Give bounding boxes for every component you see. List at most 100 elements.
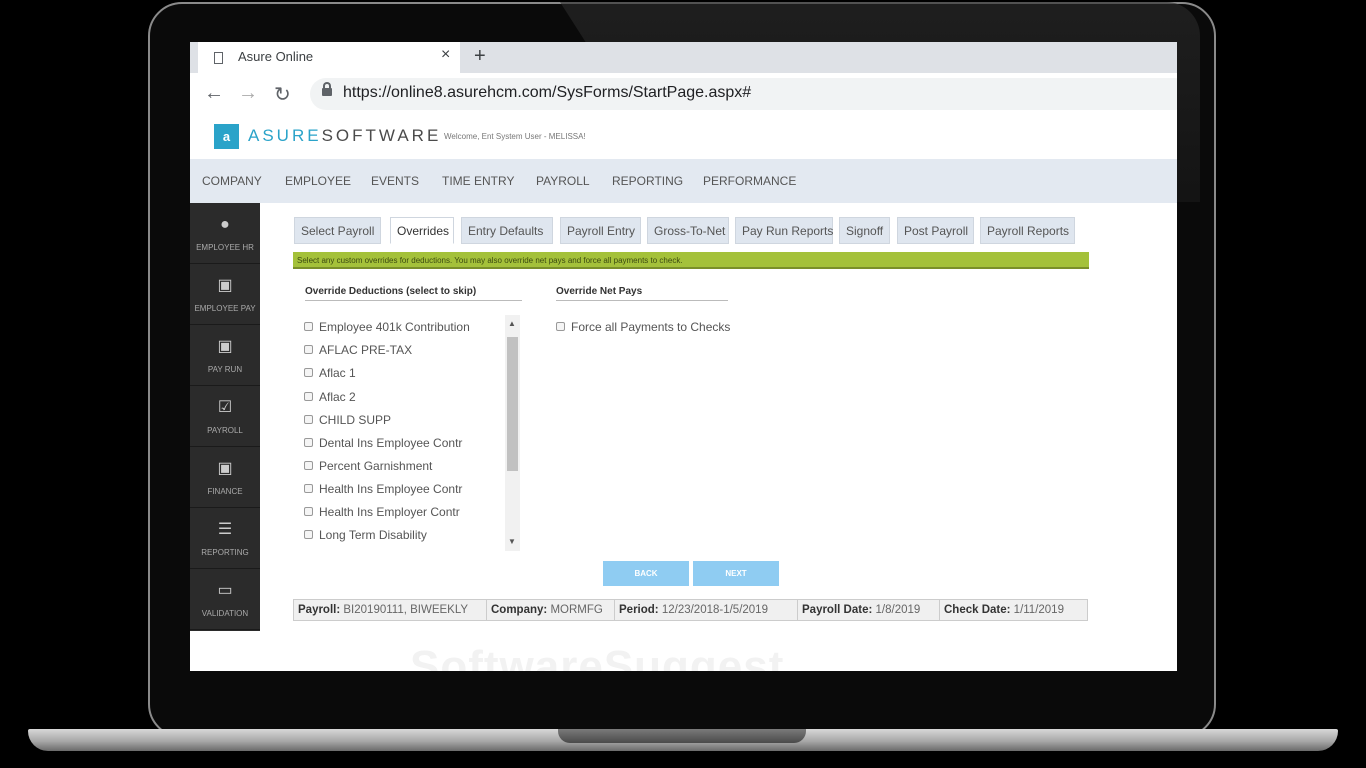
forward-icon[interactable]: →: [238, 82, 258, 105]
footer-payroll-label: Payroll:: [298, 604, 341, 616]
footer-period-value: 12/23/2018-1/5/2019: [661, 604, 768, 616]
close-tab-icon[interactable]: ×: [441, 46, 450, 64]
menu-company[interactable]: COMPANY: [202, 174, 262, 188]
sidebar-label: PAY RUN: [207, 365, 243, 374]
sidebar-item-pay-run[interactable]: ▣ PAY RUN: [190, 325, 260, 386]
tab-overrides[interactable]: Overrides: [390, 217, 454, 244]
sidebar-item-payroll[interactable]: ☑ PAYROLL: [190, 386, 260, 447]
monitor-icon: ▭: [217, 582, 233, 599]
money-icon: ▣: [217, 460, 233, 477]
checkbox-icon: ☑: [217, 399, 233, 416]
sidebar-item-validation[interactable]: ▭ VALIDATION: [190, 569, 260, 630]
menu-reporting[interactable]: REPORTING: [612, 174, 683, 188]
list-item-label: CHILD SUPP: [319, 413, 392, 427]
menu-employee[interactable]: EMPLOYEE: [285, 174, 351, 188]
reload-icon[interactable]: ↻: [274, 82, 291, 107]
list-item-label: Health Ins Employer Contr: [319, 505, 460, 519]
sidebar-item-employee-pay[interactable]: ▣ EMPLOYEE PAY: [190, 264, 260, 325]
scroll-up-icon[interactable]: ▲: [508, 319, 516, 328]
person-icon: ●: [220, 216, 230, 233]
main-menu: COMPANY EMPLOYEE EVENTS TIME ENTRY PAYRO…: [190, 159, 1177, 203]
footer-company: Company: MORMFG: [487, 600, 615, 620]
deductions-heading: Override Deductions (select to skip): [305, 286, 522, 301]
back-icon[interactable]: ←: [204, 82, 224, 105]
checkbox[interactable]: [556, 322, 565, 331]
instruction-bar: Select any custom overrides for deductio…: [293, 252, 1089, 269]
money-icon: ▣: [217, 338, 233, 355]
tab-select-payroll[interactable]: Select Payroll: [294, 217, 381, 244]
tab-payroll-reports[interactable]: Payroll Reports: [980, 217, 1075, 244]
sidebar-label: VALIDATION: [201, 609, 249, 618]
logo-asure: ASURE: [248, 126, 322, 145]
checkbox[interactable]: [304, 392, 313, 401]
tab-payroll-entry[interactable]: Payroll Entry: [560, 217, 641, 244]
browser-toolbar: ← → ↻ https://online8.asurehcm.com/SysFo…: [190, 73, 1177, 116]
browser-tab[interactable]: Asure Online ×: [198, 42, 460, 73]
money-icon: ▣: [217, 277, 233, 294]
menu-time-entry[interactable]: TIME ENTRY: [442, 174, 514, 188]
payroll-summary-bar: Payroll: BI20190111, BIWEEKLY Company: M…: [293, 599, 1088, 621]
checkbox[interactable]: [304, 345, 313, 354]
footer-payroll: Payroll: BI20190111, BIWEEKLY: [294, 600, 487, 620]
welcome-text: Welcome, Ent System User - MELISSA!: [444, 132, 586, 141]
checkbox[interactable]: [304, 530, 313, 539]
tab-signoff[interactable]: Signoff: [839, 217, 890, 244]
menu-payroll[interactable]: PAYROLL: [536, 174, 590, 188]
list-item-label: Aflac 1: [319, 366, 356, 380]
sidebar-label: REPORTING: [201, 548, 249, 557]
footer-period-label: Period:: [619, 604, 659, 616]
checkbox[interactable]: [304, 484, 313, 493]
footer-payroll-date: Payroll Date: 1/8/2019: [798, 600, 940, 620]
force-checks-label: Force all Payments to Checks: [571, 320, 731, 334]
sidebar-item-employee-hr[interactable]: ● EMPLOYEE HR: [190, 203, 260, 264]
lock-icon: [322, 82, 332, 96]
watermark: SoftwareSuggest: [410, 642, 785, 671]
back-button[interactable]: BACK: [603, 561, 689, 586]
footer-company-value: MORMFG: [550, 604, 603, 616]
menu-performance[interactable]: PERFORMANCE: [703, 174, 796, 188]
list-item-label: Percent Garnishment: [319, 459, 433, 473]
checkbox[interactable]: [304, 368, 313, 377]
screen: Asure Online × + ← → ↻ https://online8.a…: [190, 42, 1177, 671]
scroll-thumb[interactable]: [507, 337, 518, 471]
footer-checkdate-label: Check Date:: [944, 604, 1011, 616]
checkbox[interactable]: [304, 507, 313, 516]
sidebar-label: PAYROLL: [207, 426, 243, 435]
netpays-heading: Override Net Pays: [556, 286, 728, 301]
checkbox[interactable]: [304, 438, 313, 447]
menu-events[interactable]: EVENTS: [371, 174, 419, 188]
logo-software: SOFTWARE: [321, 126, 442, 145]
footer-check-date: Check Date: 1/11/2019: [940, 600, 1088, 620]
tab-gross-to-net[interactable]: Gross-To-Net: [647, 217, 729, 244]
footer-company-label: Company:: [491, 604, 548, 616]
sidebar-item-reporting[interactable]: ☰ REPORTING: [190, 508, 260, 569]
browser-tabstrip: Asure Online × +: [190, 42, 1177, 73]
left-sidebar: ● EMPLOYEE HR ▣ EMPLOYEE PAY ▣ PAY RUN ☑…: [190, 203, 260, 631]
sidebar-label: FINANCE: [207, 487, 243, 496]
new-tab-icon[interactable]: +: [474, 45, 486, 68]
list-item-label: Employee 401k Contribution: [319, 320, 470, 334]
footer-period: Period: 12/23/2018-1/5/2019: [615, 600, 798, 620]
next-button[interactable]: NEXT: [693, 561, 779, 586]
tab-title: Asure Online: [238, 49, 314, 64]
tab-post-payroll[interactable]: Post Payroll: [897, 217, 974, 244]
tab-pay-run-reports[interactable]: Pay Run Reports: [735, 217, 833, 244]
list-item-label: AFLAC PRE-TAX: [319, 343, 413, 357]
document-icon: [214, 52, 223, 64]
checkbox[interactable]: [304, 461, 313, 470]
asure-logo-icon: a: [214, 124, 239, 149]
app-header: a ASURESOFTWARE Welcome, Ent System User…: [190, 115, 1177, 159]
sidebar-item-finance[interactable]: ▣ FINANCE: [190, 447, 260, 508]
address-bar[interactable]: https://online8.asurehcm.com/SysForms/St…: [310, 78, 1177, 110]
scroll-down-icon[interactable]: ▼: [508, 537, 516, 546]
asure-logo-text: ASURESOFTWARE: [248, 126, 441, 146]
deductions-list: Employee 401k Contribution AFLAC PRE-TAX…: [303, 315, 521, 551]
checkbox[interactable]: [304, 322, 313, 331]
url-text[interactable]: https://online8.asurehcm.com/SysForms/St…: [343, 84, 751, 102]
footer-paydate-label: Payroll Date:: [802, 604, 873, 616]
list-item-label: Health Ins Employee Contr: [319, 482, 463, 496]
checkbox[interactable]: [304, 415, 313, 424]
deductions-scrollbar[interactable]: ▲ ▼: [505, 315, 520, 551]
list-item-label: Long Term Disability: [319, 528, 427, 542]
tab-entry-defaults[interactable]: Entry Defaults: [461, 217, 553, 244]
